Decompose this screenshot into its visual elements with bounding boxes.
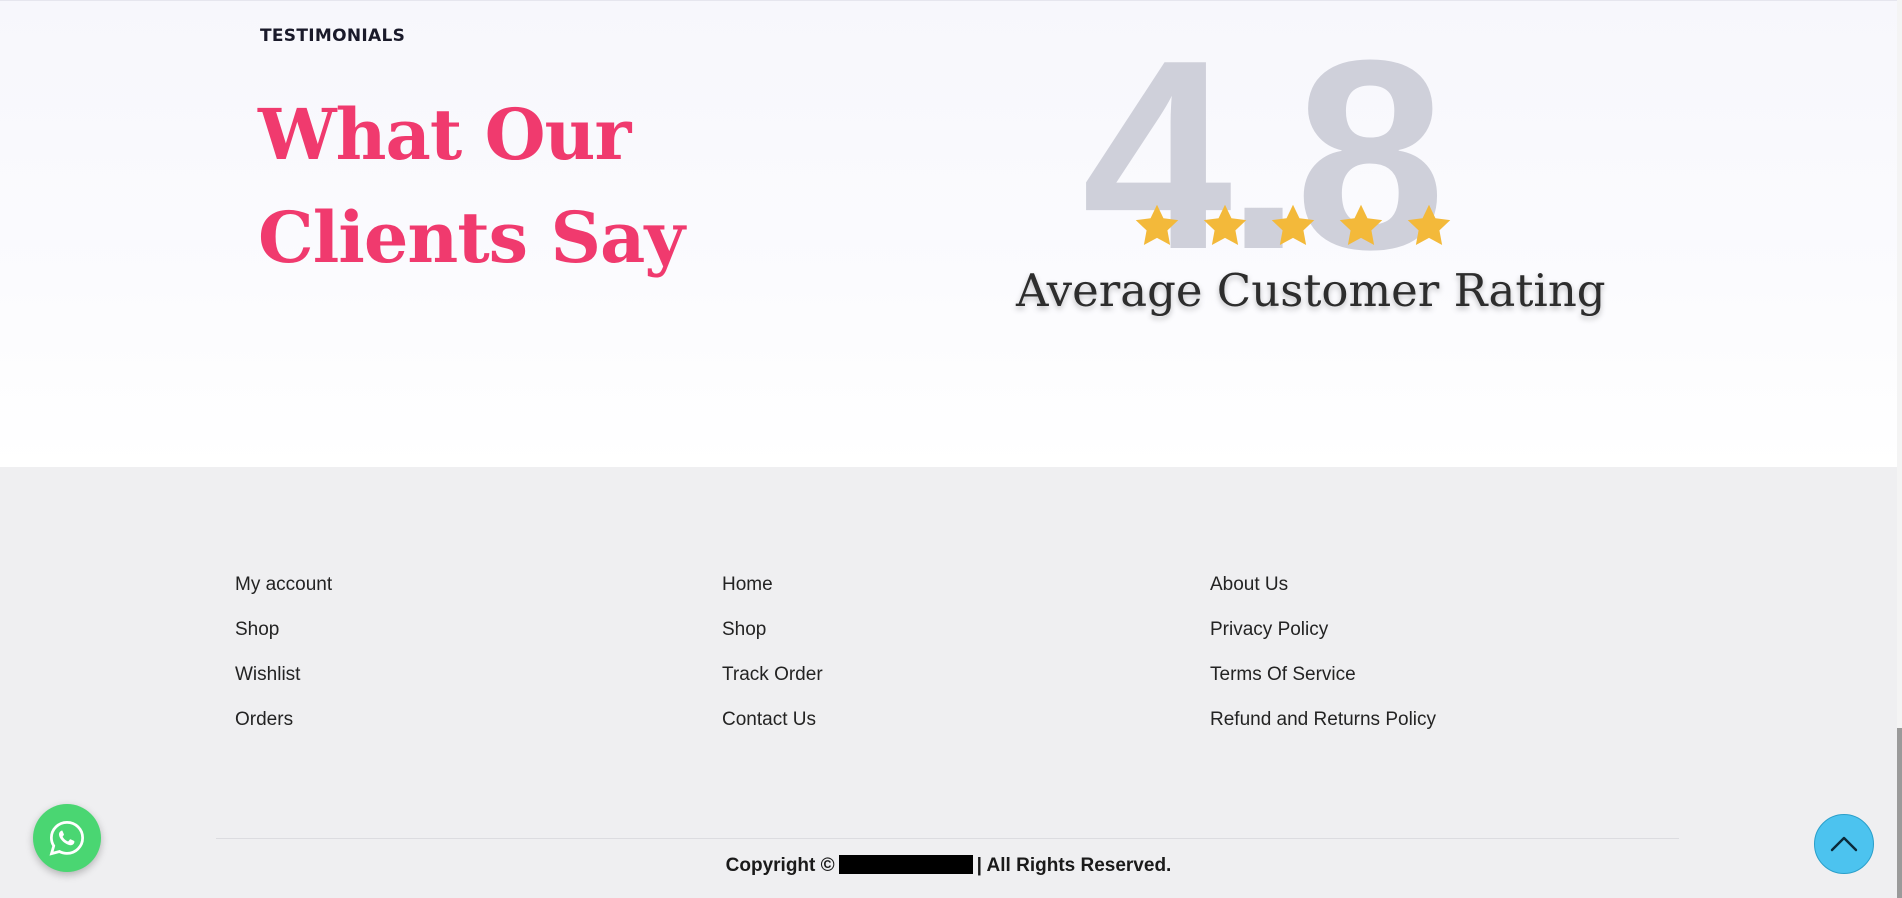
copyright-text: Copyright © | All Rights Reserved. [0, 855, 1897, 877]
footer-link-terms-of-service[interactable]: Terms Of Service [1210, 652, 1436, 697]
site-footer: My account Shop Wishlist Orders Home Sho… [0, 467, 1897, 898]
star-icon [1339, 204, 1383, 245]
star-icon [1135, 204, 1179, 245]
scrollbar-thumb[interactable] [1897, 728, 1902, 898]
rating-caption: Average Customer Rating [1016, 264, 1606, 317]
footer-link-my-account[interactable]: My account [235, 562, 332, 607]
footer-divider [216, 838, 1679, 839]
footer-link-contact-us[interactable]: Contact Us [722, 697, 823, 742]
copyright-suffix: | All Rights Reserved. [976, 855, 1172, 876]
star-icon [1203, 204, 1247, 245]
chevron-up-icon [1830, 836, 1858, 852]
scroll-to-top-button[interactable] [1814, 814, 1874, 874]
footer-link-shop[interactable]: Shop [235, 607, 332, 652]
footer-link-about-us[interactable]: About Us [1210, 562, 1436, 607]
footer-link-shop-2[interactable]: Shop [722, 607, 823, 652]
testimonials-section: TESTIMONIALS What Our Clients Say 4.8 Av… [0, 0, 1897, 468]
section-heading: What Our Clients Say [258, 93, 685, 279]
footer-link-refund-policy[interactable]: Refund and Returns Policy [1210, 697, 1436, 742]
whatsapp-button[interactable] [33, 804, 101, 872]
redacted-company-name [838, 855, 973, 874]
copyright-prefix: Copyright © [725, 855, 835, 876]
footer-column-navigation: Home Shop Track Order Contact Us [722, 562, 823, 742]
page-scrollbar[interactable] [1897, 0, 1902, 898]
footer-link-track-order[interactable]: Track Order [722, 652, 823, 697]
footer-link-orders[interactable]: Orders [235, 697, 332, 742]
footer-link-privacy-policy[interactable]: Privacy Policy [1210, 607, 1436, 652]
star-icon [1271, 204, 1315, 245]
whatsapp-icon [49, 820, 85, 856]
footer-column-account: My account Shop Wishlist Orders [235, 562, 332, 742]
rating-stars [1132, 201, 1454, 251]
star-icon [1407, 204, 1451, 245]
footer-link-wishlist[interactable]: Wishlist [235, 652, 332, 697]
footer-column-info: About Us Privacy Policy Terms Of Service… [1210, 562, 1436, 742]
footer-link-home[interactable]: Home [722, 562, 823, 607]
page: TESTIMONIALS What Our Clients Say 4.8 Av… [0, 0, 1902, 898]
section-kicker: TESTIMONIALS [260, 26, 406, 46]
